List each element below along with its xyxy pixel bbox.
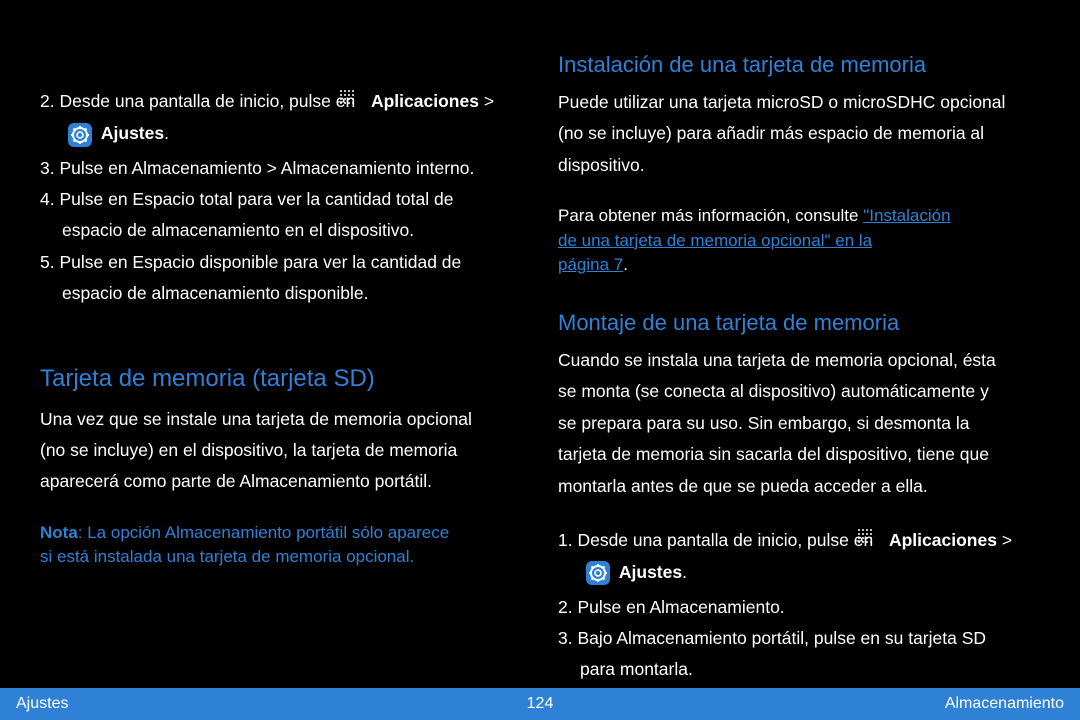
heading-mount: Montaje de una tarjeta de memoria [558, 310, 1040, 336]
step-3-right: 3. Bajo Almacenamiento portátil, pulse e… [558, 626, 1040, 683]
footer-right: Almacenamiento [945, 695, 1064, 713]
page-number: 124 [527, 695, 554, 713]
footer-left: Ajustes [16, 695, 68, 713]
apps-label: Aplicaciones [371, 91, 479, 111]
apps-label: Aplicaciones [889, 530, 997, 550]
sd-desc: Una vez que se instale una tarjeta de me… [40, 407, 510, 432]
heading-sd-card: Tarjeta de memoria (tarjeta SD) [40, 365, 510, 393]
page-footer: Ajustes 124 Almacenamiento [0, 688, 1080, 720]
step-2-right: 2. Pulse en Almacenamiento. [558, 595, 1040, 620]
step-1-right: 1. Desde una pantalla de inicio, pulse e… [558, 525, 1040, 589]
heading-install: Instalación de una tarjeta de memoria [558, 52, 1040, 78]
settings-icon [586, 561, 610, 585]
settings-label: Ajustes [619, 562, 682, 582]
step-2-left: 2. Desde una pantalla de inicio, pulse e… [40, 86, 510, 150]
install-desc: Puede utilizar una tarjeta microSD o mic… [558, 90, 1040, 115]
mount-desc: Cuando se instala una tarjeta de memoria… [558, 348, 1040, 373]
step-3-left: 3. Pulse en Almacenamiento > Almacenamie… [40, 156, 510, 181]
settings-icon [68, 123, 92, 147]
step-4-left: 4. Pulse en Espacio total para ver la ca… [40, 187, 510, 244]
step-text: 2. Desde una pantalla de inicio, pulse e… [40, 91, 360, 111]
step-5-left: 5. Pulse en Espacio disponible para ver … [40, 250, 510, 307]
note-block: Nota: La opción Almacenamiento portátil … [40, 521, 510, 570]
settings-label: Ajustes [101, 123, 164, 143]
install-xref: Para obtener más información, consulte "… [558, 204, 1040, 278]
